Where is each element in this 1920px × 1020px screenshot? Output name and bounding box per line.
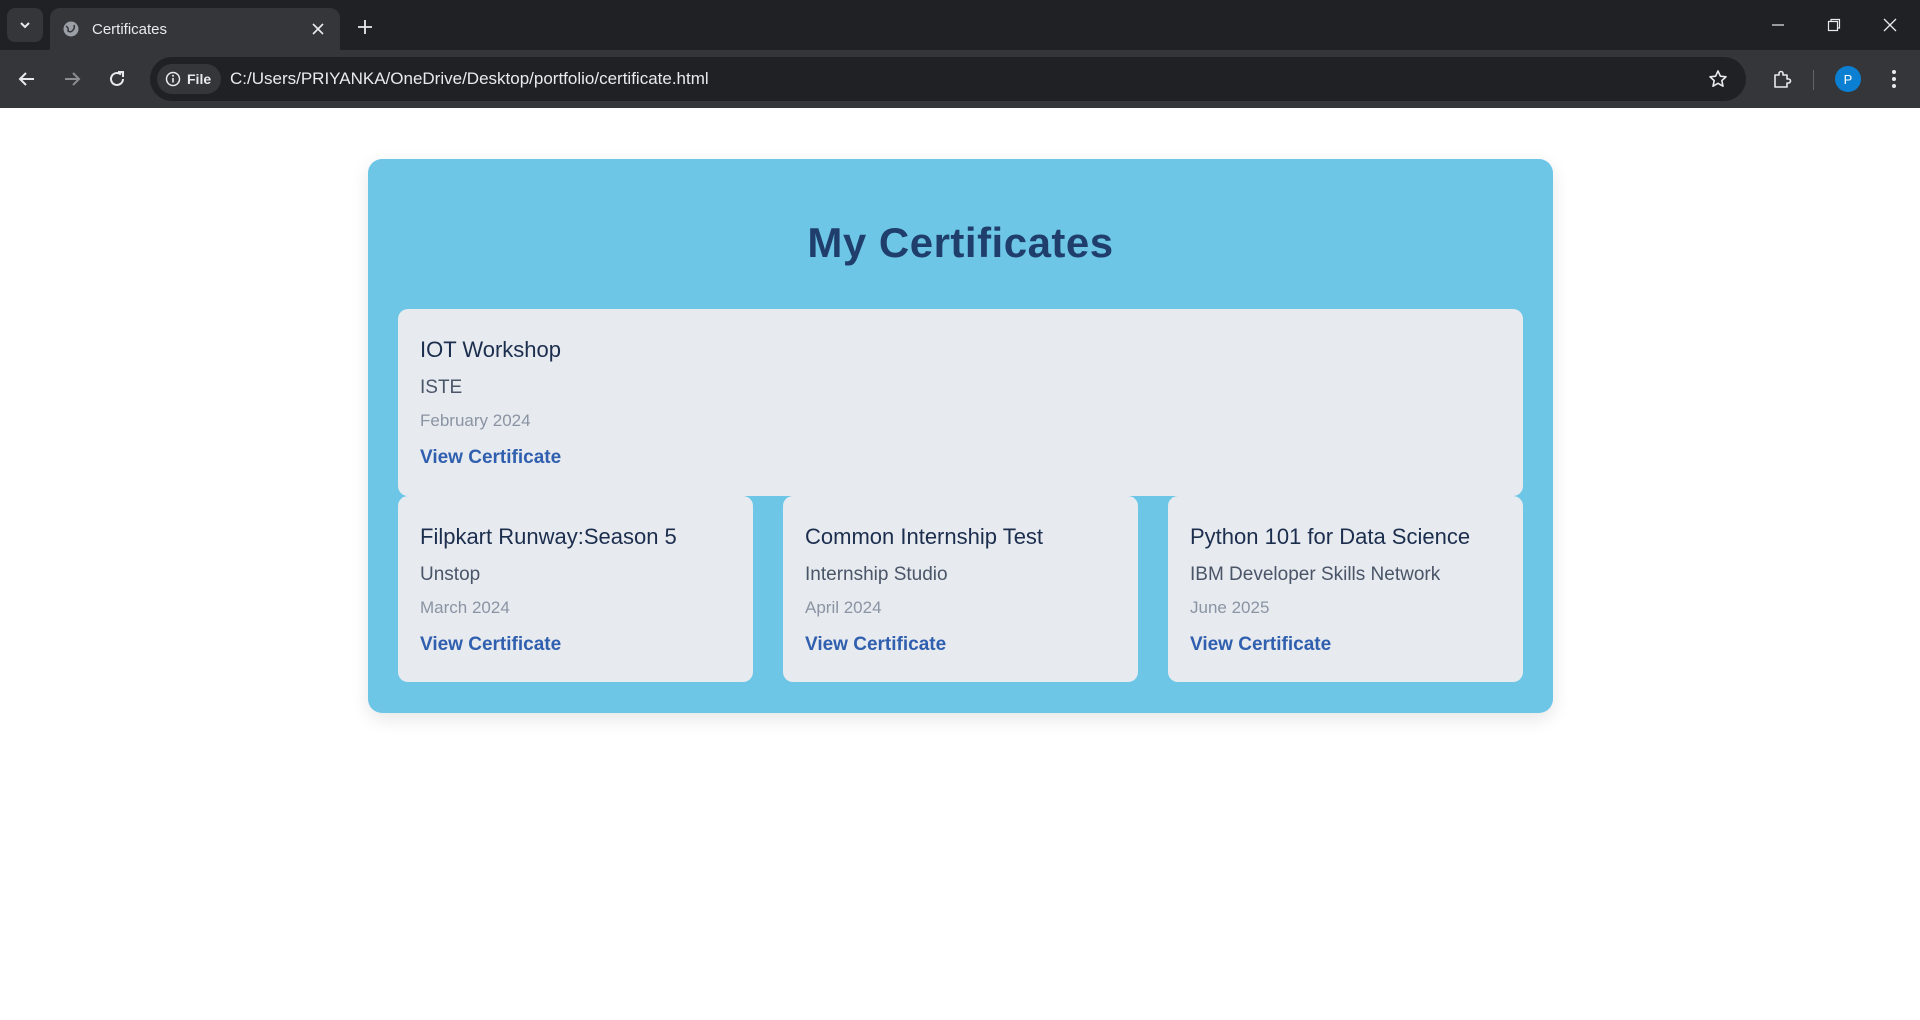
page-title: My Certificates — [807, 219, 1114, 266]
url-text[interactable]: C:/Users/PRIYANKA/OneDrive/Desktop/portf… — [230, 69, 709, 89]
chevron-down-icon — [20, 22, 30, 29]
globe-icon — [62, 20, 80, 38]
certificate-title: Filpkart Runway:Season 5 — [420, 524, 677, 549]
certificate-issuer: ISTE — [420, 377, 463, 398]
tab-search-button[interactable] — [7, 8, 43, 42]
new-tab-button[interactable] — [350, 12, 380, 42]
browser-toolbar: File C:/Users/PRIYANKA/OneDrive/Desktop/… — [0, 50, 1920, 108]
address-bar[interactable]: File C:/Users/PRIYANKA/OneDrive/Desktop/… — [150, 57, 1746, 101]
view-certificate-link[interactable]: View Certificate — [805, 634, 946, 656]
close-window-button[interactable] — [1862, 0, 1918, 50]
certificate-date: June 2025 — [1190, 598, 1270, 617]
minimize-icon — [1772, 24, 1784, 26]
browser-tab[interactable]: Certificates — [50, 8, 340, 50]
back-button[interactable] — [9, 61, 45, 97]
browser-title-bar: Certificates — [0, 0, 1920, 50]
restore-button[interactable] — [1806, 0, 1862, 50]
forward-button[interactable] — [54, 61, 90, 97]
close-icon — [312, 23, 324, 35]
certificate-date: April 2024 — [805, 598, 882, 617]
certificate-card: Filpkart Runway:Season 5 Unstop March 20… — [398, 496, 753, 682]
view-certificate-link[interactable]: View Certificate — [420, 447, 561, 469]
tab-close-button[interactable] — [306, 17, 330, 41]
extensions-button[interactable] — [1764, 61, 1800, 97]
site-info-chip[interactable]: File — [157, 64, 222, 94]
view-certificate-link[interactable]: View Certificate — [1190, 634, 1331, 656]
certificate-title: Python 101 for Data Science — [1190, 524, 1471, 549]
certificate-issuer: IBM Developer Skills Network — [1190, 564, 1441, 585]
kebab-menu-icon — [1892, 70, 1896, 88]
view-certificate-link[interactable]: View Certificate — [420, 634, 561, 656]
certificate-issuer: Internship Studio — [805, 564, 948, 585]
close-icon — [1883, 18, 1897, 32]
site-info-label: File — [187, 71, 212, 87]
certificate-issuer: Unstop — [420, 564, 481, 585]
restore-icon — [1827, 18, 1841, 32]
star-icon — [1709, 70, 1727, 87]
certificate-card: Common Internship Test Internship Studio… — [783, 496, 1138, 682]
bookmark-button[interactable] — [1706, 67, 1730, 91]
certificate-card: IOT Workshop ISTE February 2024 View Cer… — [398, 309, 1523, 496]
arrow-left-icon — [18, 72, 34, 86]
toolbar-separator — [1813, 70, 1814, 90]
certificate-title: IOT Workshop — [420, 337, 562, 362]
arrow-right-icon — [65, 72, 81, 86]
profile-avatar[interactable]: P — [1835, 66, 1861, 92]
certificate-date: March 2024 — [420, 598, 510, 617]
certificate-title: Common Internship Test — [805, 524, 1044, 549]
tab-title: Certificates — [92, 20, 168, 38]
reload-icon — [110, 71, 124, 86]
minimize-button[interactable] — [1750, 0, 1806, 50]
certificate-date: February 2024 — [420, 411, 531, 430]
browser-menu-button[interactable] — [1876, 61, 1912, 97]
certificate-card: Python 101 for Data Science IBM Develope… — [1168, 496, 1523, 682]
certificates-container: My Certificates IOT Workshop ISTE Februa… — [368, 159, 1553, 713]
reload-button[interactable] — [99, 61, 135, 97]
info-icon — [165, 71, 181, 87]
plus-icon — [358, 20, 372, 34]
puzzle-icon — [1774, 70, 1792, 88]
